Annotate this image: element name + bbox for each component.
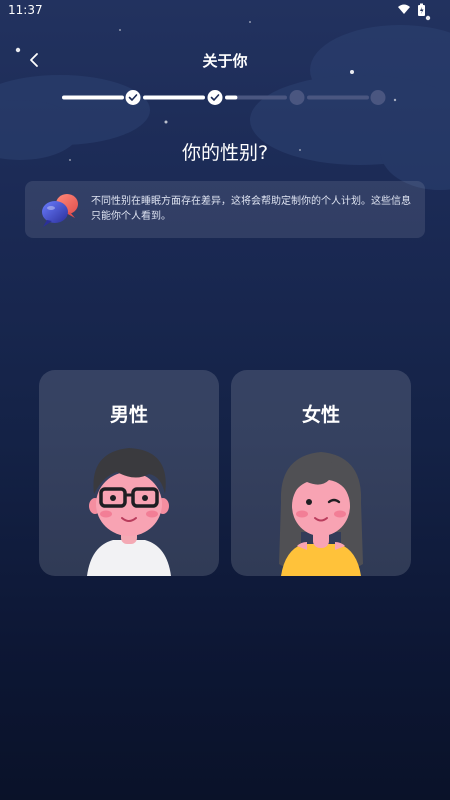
progress-check-1 [125,90,141,105]
battery-icon [418,3,425,16]
progress-segment-2 [143,95,205,100]
progress-check-2 [207,90,223,105]
progress-node-3 [289,90,305,105]
info-box: 不同性别在睡眠方面存在差异，这将会帮助定制你的个人计划。这些信息只能你个人看到。 [25,181,425,238]
gender-option-label: 男性 [109,404,148,426]
gender-option-female[interactable]: 女性 [231,370,411,576]
gender-option-male[interactable]: 男性 [39,370,219,576]
gender-option-label: 女性 [301,404,340,426]
gender-question: 你的性别? [181,142,269,164]
progress-indicator [62,90,386,105]
progress-segment-1 [62,95,124,100]
header: 关于你 [0,44,450,76]
chat-bubbles-icon [42,194,78,227]
status-bar: 11:37 [0,0,450,22]
progress-segment-3-fill [225,95,238,100]
female-avatar [279,452,363,576]
male-avatar [87,448,171,576]
status-icons [398,3,425,16]
page-title: 关于你 [202,52,248,70]
info-text: 不同性别在睡眠方面存在差异，这将会帮助定制你的个人计划。这些信息只能你个人看到。 [91,196,411,222]
progress-segment-4 [307,95,369,100]
wifi-icon [398,4,410,14]
status-time: 11:37 [8,3,43,17]
progress-node-4 [370,90,386,105]
